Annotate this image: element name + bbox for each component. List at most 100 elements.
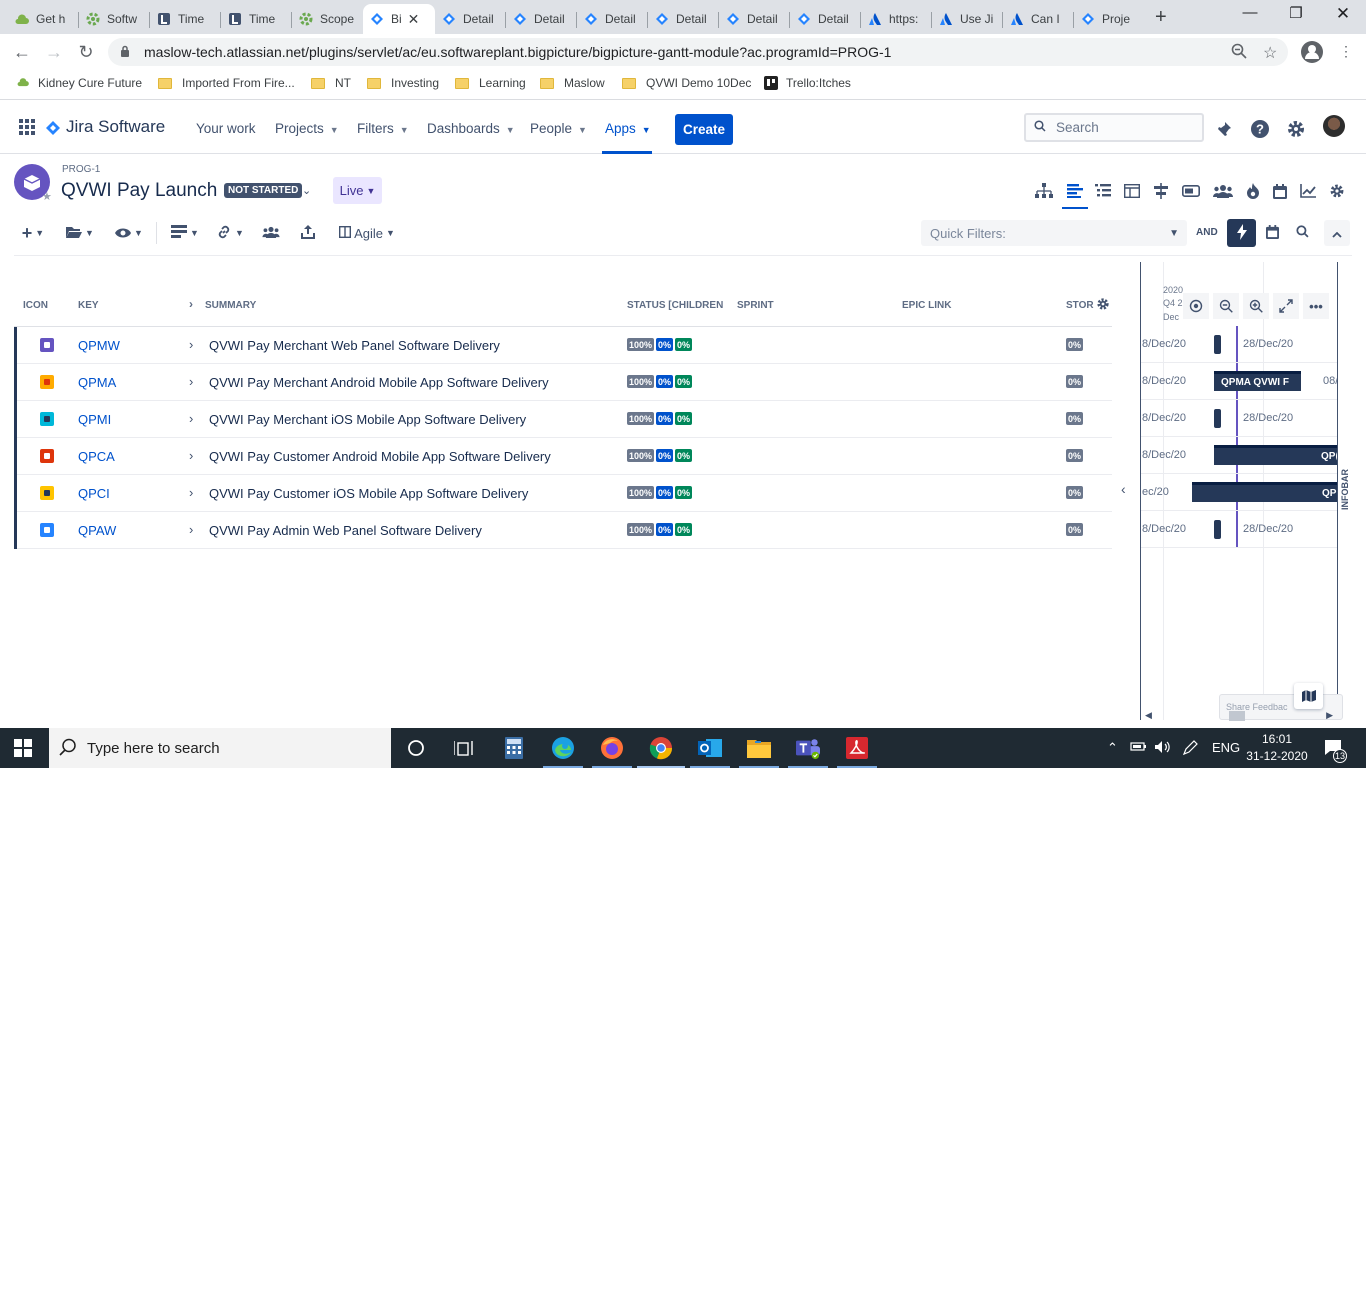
gantt-row[interactable]: 8/Dec/20 28/Dec/20 [1141, 511, 1337, 548]
gantt-task-bar[interactable]: QP [1192, 482, 1337, 502]
expand-row-icon[interactable]: › [189, 374, 193, 389]
browser-tab[interactable]: Detail [719, 4, 790, 34]
column-header-status[interactable]: STATUS [CHILDREN [627, 300, 723, 311]
jira-search-input[interactable]: Search [1024, 113, 1204, 142]
input-language[interactable]: ENG [1212, 740, 1240, 755]
help-icon[interactable]: ? [1249, 118, 1271, 140]
gantt-milestone-bar[interactable] [1214, 335, 1221, 354]
browser-tab[interactable]: Detail [648, 4, 719, 34]
row-summary[interactable]: QVWI Pay Merchant Web Panel Software Del… [209, 338, 500, 353]
capacity-view-icon[interactable] [1181, 181, 1201, 201]
gantt-chart[interactable]: 2020 Q4 2 Dec ••• 8/Dec/20 28/Dec/20 8/D… [1140, 262, 1338, 720]
expand-all-icon[interactable]: › [189, 297, 193, 311]
zoom-in-icon[interactable] [1243, 293, 1269, 319]
risks-view-icon[interactable] [1243, 181, 1263, 201]
table-row[interactable]: QPAW › QVWI Pay Admin Web Panel Software… [14, 512, 1112, 549]
close-window-icon[interactable]: ✕ [1320, 4, 1366, 24]
expand-row-icon[interactable]: › [189, 411, 193, 426]
url-field[interactable]: maslow-tech.atlassian.net/plugins/servle… [108, 38, 1288, 66]
expand-row-icon[interactable]: › [189, 448, 193, 463]
column-header-story[interactable]: STOR [1066, 300, 1094, 311]
gantt-view-icon[interactable] [1065, 181, 1085, 201]
reload-icon[interactable]: ↻ [76, 42, 96, 63]
gantt-row[interactable]: 8/Dec/20 28/Dec/20 [1141, 400, 1337, 437]
nav-people[interactable]: People ▼ [530, 121, 587, 136]
date-filter-button[interactable] [1262, 220, 1282, 246]
chrome-icon[interactable] [649, 736, 673, 760]
browser-tab[interactable]: Detail [506, 4, 577, 34]
scroll-to-today-icon[interactable] [1183, 293, 1209, 319]
live-mode-dropdown[interactable]: Live ▼ [333, 177, 382, 204]
row-summary[interactable]: QVWI Pay Merchant Android Mobile App Sof… [209, 375, 549, 390]
profile-icon[interactable] [1300, 40, 1324, 69]
scrollbar-thumb[interactable] [1229, 711, 1245, 721]
quick-filters-select[interactable]: Quick Filters: ▼ [921, 220, 1187, 246]
gantt-horizontal-scrollbar[interactable]: ◀ ▶ [1145, 710, 1333, 722]
scroll-left-icon[interactable]: ◀ [1145, 710, 1152, 721]
expand-row-icon[interactable]: › [189, 485, 193, 500]
table-row[interactable]: QPMA › QVWI Pay Merchant Android Mobile … [14, 364, 1112, 401]
browser-tab[interactable]: Use Ji [932, 4, 1003, 34]
bookmark-star-icon[interactable]: ☆ [1263, 43, 1277, 63]
gantt-milestone-bar[interactable] [1214, 409, 1221, 428]
board-view-icon[interactable] [1122, 181, 1142, 201]
volume-icon[interactable] [1154, 740, 1172, 757]
forward-icon[interactable]: → [44, 42, 64, 63]
firefox-icon[interactable] [600, 736, 624, 760]
column-header-summary[interactable]: SUMMARY [205, 300, 256, 311]
bookmark-folder[interactable]: Investing [367, 76, 439, 90]
calculator-icon[interactable] [502, 736, 526, 760]
expand-row-icon[interactable]: › [189, 337, 193, 352]
minimize-icon[interactable]: — [1227, 4, 1273, 21]
gantt-task-bar[interactable]: QP( [1214, 445, 1337, 465]
more-options-icon[interactable]: ••• [1303, 293, 1329, 319]
row-summary[interactable]: QVWI Pay Customer Android Mobile App Sof… [209, 449, 551, 464]
bookmark-folder[interactable]: Maslow [540, 76, 605, 90]
browser-menu-icon[interactable]: ⋮ [1339, 43, 1353, 60]
create-button[interactable]: Create [675, 114, 733, 145]
infobar-toggle[interactable]: INFOBAR [1340, 468, 1364, 512]
browser-tab[interactable]: Time [150, 4, 221, 34]
bookmark-item[interactable]: Trello:Itches [764, 76, 851, 90]
browser-tab[interactable]: Scope [292, 4, 363, 34]
status-badge[interactable]: NOT STARTED [224, 183, 303, 198]
notifications-icon[interactable] [1213, 118, 1235, 140]
collapse-gantt-icon[interactable]: ‹ [1121, 481, 1126, 497]
gantt-task-bar[interactable]: QPMA QVWI F [1214, 371, 1301, 391]
favorite-star-icon[interactable]: ★ [42, 190, 52, 203]
add-task-button[interactable]: + ▼ [18, 220, 48, 246]
fit-to-screen-icon[interactable] [1273, 293, 1299, 319]
resources-view-icon[interactable] [1213, 181, 1233, 201]
team-button[interactable] [260, 220, 282, 246]
zoom-icon[interactable] [1231, 43, 1247, 64]
row-summary[interactable]: QVWI Pay Admin Web Panel Software Delive… [209, 523, 482, 538]
gantt-milestone-bar[interactable] [1214, 520, 1221, 539]
bookmark-folder[interactable]: NT [311, 76, 351, 90]
row-summary[interactable]: QVWI Pay Merchant iOS Mobile App Softwar… [209, 412, 526, 427]
browser-tab[interactable]: Can I [1003, 4, 1074, 34]
restore-icon[interactable]: ❐ [1273, 4, 1319, 22]
new-tab-icon[interactable]: + [1155, 6, 1167, 29]
browser-tab-active[interactable]: Bi ✕ [363, 4, 435, 34]
nav-projects[interactable]: Projects ▼ [275, 121, 339, 136]
cortana-icon[interactable] [404, 736, 428, 760]
column-settings-gear-icon[interactable] [1096, 297, 1110, 314]
map-icon[interactable] [1294, 683, 1323, 709]
show-hidden-icons-icon[interactable]: ⌃ [1107, 740, 1118, 756]
browser-tab[interactable]: https: [861, 4, 932, 34]
system-clock[interactable]: 16:01 31-12-2020 [1246, 731, 1308, 765]
program-settings-icon[interactable] [1327, 181, 1347, 201]
issue-key-link[interactable]: QPCI [78, 486, 110, 501]
bookmark-folder[interactable]: Imported From Fire... [158, 76, 295, 90]
column-header-icon[interactable]: ICON [23, 300, 48, 311]
table-row[interactable]: QPMI › QVWI Pay Merchant iOS Mobile App … [14, 401, 1112, 438]
zoom-out-icon[interactable] [1213, 293, 1239, 319]
calendar-view-icon[interactable] [1270, 181, 1290, 201]
list-view-icon[interactable] [1093, 181, 1113, 201]
issue-key-link[interactable]: QPAW [78, 523, 116, 538]
roadmap-view-icon[interactable] [1151, 181, 1171, 201]
methodology-dropdown[interactable]: Agile ▼ [335, 220, 399, 246]
table-row[interactable]: QPMW › QVWI Pay Merchant Web Panel Softw… [14, 327, 1112, 364]
task-view-icon[interactable] [452, 736, 476, 760]
edge-browser-icon[interactable] [551, 736, 575, 760]
